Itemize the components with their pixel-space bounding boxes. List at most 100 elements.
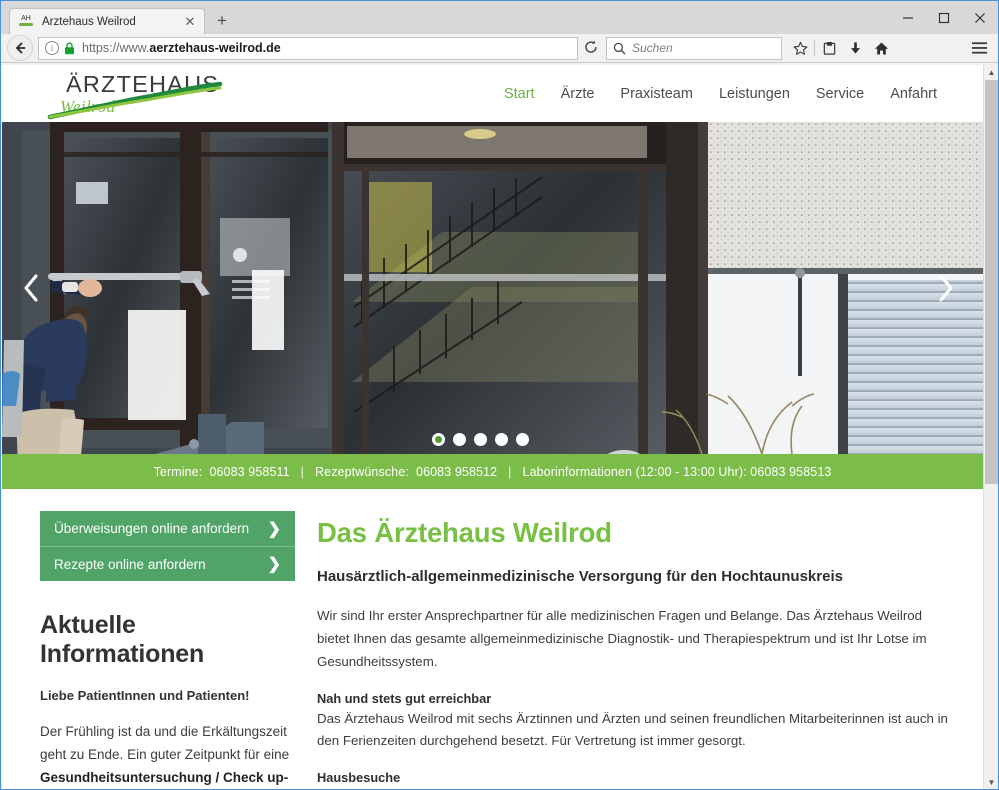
tab-favicon-icon: AH [18, 14, 34, 30]
browser-window: AH Ärztehaus Weilrod ✕ + i https://www.a… [0, 0, 999, 790]
slider-prev-button[interactable] [12, 269, 50, 307]
site-header: ÄRZTEHAUS Weilrod Start Ärzte Praxisteam… [2, 65, 983, 122]
svg-text:ÄRZTEHAUS: ÄRZTEHAUS [66, 71, 219, 97]
website-page: ÄRZTEHAUS Weilrod Start Ärzte Praxisteam… [2, 65, 983, 789]
cta-ueberweisungen-button[interactable]: Überweisungen online anfordern ❯ [40, 511, 295, 546]
chevron-left-icon [24, 274, 38, 302]
contact-labor-value[interactable]: 06083 958513 [750, 465, 831, 479]
page-scrollbar[interactable]: ▲ ▼ [983, 65, 998, 789]
section-erreichbar-heading: Nah und stets gut erreichbar [317, 690, 492, 706]
maximize-button[interactable] [926, 1, 962, 34]
cta-ueberweisungen-label: Überweisungen online anfordern [54, 521, 250, 536]
back-button[interactable] [7, 35, 33, 61]
site-logo[interactable]: ÄRZTEHAUS Weilrod [42, 67, 242, 121]
hero-slider [2, 122, 983, 454]
toolbar-divider [814, 40, 815, 56]
chevron-right-icon: ❯ [267, 556, 281, 573]
page-title: Das Ärztehaus Weilrod [317, 517, 612, 548]
home-icon [874, 42, 888, 54]
url-text: https://www.aerztehaus-weilrod.de [82, 41, 281, 55]
page-info-icon[interactable]: i [45, 41, 59, 55]
reload-icon [585, 40, 597, 53]
download-icon [850, 41, 860, 54]
contact-termine-label: Termine: [153, 464, 203, 479]
contact-termine-value[interactable]: 06083 958511 [209, 465, 289, 479]
slider-dot-5[interactable] [515, 433, 529, 446]
main-content: Das Ärztehaus Weilrod Hausärztlich-allge… [317, 511, 957, 789]
contact-separator-2: | [508, 464, 512, 479]
browser-toolbar: i https://www.aerztehaus-weilrod.de Such… [1, 34, 998, 63]
browser-menu-button[interactable] [966, 41, 992, 55]
intro-paragraph: Wir sind Ihr erster Ansprechpartner für … [317, 608, 927, 669]
nav-item-leistungen[interactable]: Leistungen [719, 86, 790, 102]
page-subtitle: Hausärztlich-allgemeinmedizinische Verso… [317, 568, 843, 585]
contact-rezept-label: Rezeptwünsche: [315, 464, 409, 479]
contact-rezept-value[interactable]: 06083 958512 [416, 465, 497, 479]
library-icon [823, 41, 835, 55]
scroll-up-button[interactable]: ▲ [984, 65, 998, 80]
nav-item-praxisteam[interactable]: Praxisteam [620, 86, 693, 102]
favicon-text: AH [21, 14, 31, 22]
favicon-swoosh [19, 22, 33, 26]
slider-next-button[interactable] [927, 269, 965, 307]
section-erreichbar: Nah und stets gut erreichbar Das Ärzteha… [317, 691, 957, 754]
contact-labor-label: Laborinformationen (12:00 - 13:00 Uhr): [522, 464, 747, 479]
reload-button[interactable] [578, 40, 604, 57]
chevron-right-icon: ❯ [267, 520, 281, 538]
cta-list: Überweisungen online anfordern ❯ Rezepte… [40, 511, 295, 581]
url-bar[interactable]: i https://www.aerztehaus-weilrod.de [38, 36, 578, 60]
title-bar: AH Ärztehaus Weilrod ✕ + [1, 1, 998, 34]
chevron-right-icon [939, 274, 953, 302]
cta-rezepte-label: Rezepte online anfordern [54, 556, 206, 572]
home-button[interactable] [869, 36, 893, 60]
logo-icon: ÄRZTEHAUS Weilrod [47, 71, 223, 119]
maximize-icon [938, 12, 950, 23]
slider-dots [2, 433, 983, 446]
nav-item-anfahrt[interactable]: Anfahrt [890, 86, 937, 102]
section-hausbesuche-heading: Hausbesuche [317, 770, 401, 786]
search-bar[interactable]: Suchen [606, 36, 782, 60]
news-heading: Aktuelle Informationen [40, 611, 205, 668]
contact-separator-1: | [300, 464, 305, 479]
search-input-placeholder[interactable]: Suchen [632, 41, 673, 55]
nav-item-start[interactable]: Start [504, 86, 535, 102]
library-button[interactable] [817, 36, 841, 60]
tab-close-icon[interactable]: ✕ [182, 14, 198, 30]
news-text-a: Der Frühling ist da und die Erkältungsze… [40, 724, 290, 763]
contact-bar: Termine: 06083 958511 | Rezeptwünsche: 0… [2, 454, 983, 489]
news-salutation: Liebe PatientInnen und Patienten! [40, 688, 250, 703]
star-icon [793, 41, 807, 55]
news-text-bold: Gesundheitsuntersuchung / Check up-35 [40, 770, 289, 786]
scrollbar-thumb[interactable] [985, 80, 998, 484]
slider-dot-1[interactable] [431, 433, 445, 446]
window-controls [890, 1, 998, 34]
hamburger-icon [971, 42, 987, 54]
slider-dot-3[interactable] [473, 433, 487, 446]
minimize-icon [903, 16, 913, 19]
search-icon [613, 42, 626, 54]
hero-image [2, 122, 983, 454]
section-erreichbar-text: Das Ärztehaus Weilrod mit sechs Ärztinne… [317, 710, 948, 749]
close-icon [975, 12, 985, 23]
news-paragraph: Der Frühling ist da und die Erkältungsze… [40, 720, 295, 789]
url-domain: aerztehaus-weilrod.de [149, 41, 281, 55]
bookmark-star-button[interactable] [788, 36, 812, 60]
slider-dot-2[interactable] [452, 433, 466, 446]
browser-tab[interactable]: AH Ärztehaus Weilrod ✕ [9, 8, 205, 34]
slider-dot-4[interactable] [494, 433, 508, 446]
page-body: Überweisungen online anfordern ❯ Rezepte… [2, 489, 983, 789]
downloads-button[interactable] [843, 36, 867, 60]
cta-rezepte-button[interactable]: Rezepte online anfordern ❯ [40, 546, 295, 581]
back-arrow-icon [16, 42, 26, 54]
page-viewport: ÄRZTEHAUS Weilrod Start Ärzte Praxisteam… [2, 65, 998, 789]
nav-item-aerzte[interactable]: Ärzte [561, 86, 595, 102]
sidebar: Überweisungen online anfordern ❯ Rezepte… [40, 511, 295, 789]
nav-item-service[interactable]: Service [816, 86, 864, 102]
close-button[interactable] [962, 1, 998, 34]
tab-title: Ärztehaus Weilrod [42, 15, 136, 28]
new-tab-button[interactable]: + [208, 8, 236, 34]
toolbar-icons [788, 36, 893, 60]
tab-strip: AH Ärztehaus Weilrod ✕ + [1, 1, 236, 34]
minimize-button[interactable] [890, 1, 926, 34]
scroll-down-button[interactable]: ▼ [984, 775, 998, 789]
